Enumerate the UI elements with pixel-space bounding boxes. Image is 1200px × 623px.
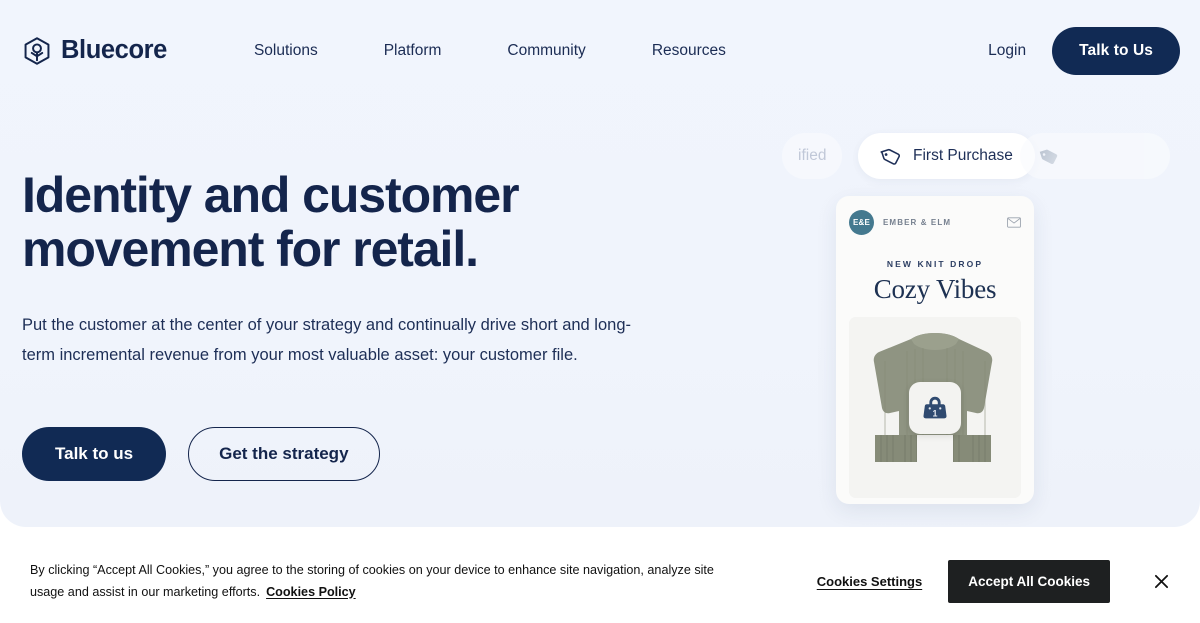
nav-link-resources[interactable]: Resources xyxy=(652,36,726,66)
cart-badge: 1 xyxy=(909,381,961,434)
hero-title: Identity and customer movement for retai… xyxy=(22,168,682,276)
cookie-actions: Cookies Settings Accept All Cookies xyxy=(817,560,1182,603)
talk-to-us-nav-button[interactable]: Talk to Us xyxy=(1052,27,1180,75)
cookies-policy-link[interactable]: Cookies Policy xyxy=(266,585,356,599)
email-eyebrow: NEW KNIT DROP xyxy=(886,259,984,269)
segment-pill-carousel: ified First Purchase xyxy=(782,133,1200,181)
close-icon xyxy=(1154,574,1168,589)
svg-text:1: 1 xyxy=(933,408,938,418)
pill-first-purchase[interactable]: First Purchase xyxy=(858,133,1035,179)
cube-hexagon-icon xyxy=(24,37,50,65)
envelope-icon xyxy=(1007,216,1021,228)
hero-section: Bluecore Solutions Platform Community Re… xyxy=(0,0,1200,527)
pill-previous-label: ified xyxy=(798,147,827,164)
hero-title-line-1: Identity and customer xyxy=(22,167,520,223)
hero-title-line-2: movement for retail. xyxy=(22,221,479,277)
close-banner-button[interactable] xyxy=(1148,569,1174,595)
tag-filled-icon xyxy=(1039,149,1058,165)
tag-outline-icon xyxy=(880,148,901,165)
cookies-settings-button[interactable]: Cookies Settings xyxy=(817,574,922,589)
email-headline: Cozy Vibes xyxy=(873,274,997,304)
login-link[interactable]: Login xyxy=(988,42,1026,60)
email-brand-name: EMBER & ELM xyxy=(883,217,952,227)
nav-actions: Login Talk to Us xyxy=(988,27,1180,75)
page-root: Bluecore Solutions Platform Community Re… xyxy=(0,0,1200,623)
hero-content: Identity and customer movement for retai… xyxy=(22,168,682,481)
talk-to-us-button[interactable]: Talk to us xyxy=(22,426,167,481)
accept-all-cookies-button[interactable]: Accept All Cookies xyxy=(948,560,1110,603)
avatar: E&E xyxy=(849,209,874,235)
nav-link-community[interactable]: Community xyxy=(507,36,585,66)
hero-subtitle: Put the customer at the center of your s… xyxy=(22,316,632,365)
product-image: 1 xyxy=(849,317,1021,498)
brand-logo[interactable]: Bluecore xyxy=(22,36,167,66)
nav-link-platform[interactable]: Platform xyxy=(384,36,442,66)
pill-next[interactable] xyxy=(1020,133,1170,179)
email-preview-card[interactable]: E&E EMBER & ELM NEW KNIT DROP Cozy Vibes xyxy=(836,196,1034,504)
cookie-consent-banner: By clicking “Accept All Cookies,” you ag… xyxy=(0,540,1200,623)
shopping-bag-icon: 1 xyxy=(923,396,947,418)
brand-name: Bluecore xyxy=(61,36,167,65)
hero-cta-group: Talk to us Get the strategy xyxy=(22,426,682,481)
nav-links: Solutions Platform Community Resources xyxy=(254,36,726,66)
main-navigation: Bluecore Solutions Platform Community Re… xyxy=(0,0,1200,102)
nav-link-solutions[interactable]: Solutions xyxy=(254,36,318,66)
cookie-message: By clicking “Accept All Cookies,” you ag… xyxy=(30,562,714,599)
get-the-strategy-button[interactable]: Get the strategy xyxy=(188,426,380,481)
email-card-header: E&E EMBER & ELM xyxy=(849,209,1021,235)
cookie-message-wrap: By clicking “Accept All Cookies,” you ag… xyxy=(30,560,730,603)
pill-first-purchase-label: First Purchase xyxy=(913,147,1013,164)
pill-previous[interactable]: ified xyxy=(782,133,843,179)
